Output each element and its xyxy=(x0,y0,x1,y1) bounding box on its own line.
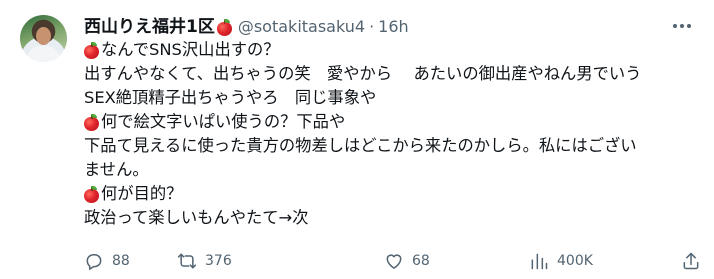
author-name[interactable]: 西山りえ福井1区 xyxy=(84,15,215,39)
views-button[interactable]: 400K xyxy=(529,249,593,273)
more-options-icon[interactable] xyxy=(670,14,694,38)
heart-icon xyxy=(386,254,402,269)
retweet-count: 376 xyxy=(205,253,232,269)
tweet-line: 政治って楽しいもんやたて→次 xyxy=(84,206,704,230)
apple-emoji-icon xyxy=(84,42,99,59)
tweet-line-text: 何で絵文字いぱい使うの？下品や xyxy=(101,112,346,131)
tweet-line-text: 出すんやなくて、出ちゃうの笑 愛やから あたいの御出産やねん男でいう xyxy=(84,64,642,83)
action-bar: 88 376 68 400K xyxy=(84,249,704,273)
reply-count: 88 xyxy=(112,253,130,269)
tweet-text: なんでSNS沢山出すの？ 出すんやなくて、出ちゃうの笑 愛やから あたいの御出産… xyxy=(84,38,704,230)
tweet-line: 下品て見えるに使った貴方の物差しはどこから来たのかしら。私にはござい xyxy=(84,134,704,158)
share-icon xyxy=(683,252,699,270)
separator-dot: · xyxy=(369,17,375,36)
tweet-line: ません。 xyxy=(84,158,704,182)
like-count: 68 xyxy=(412,253,430,269)
avatar[interactable] xyxy=(20,15,67,62)
retweet-button[interactable]: 376 xyxy=(177,249,232,273)
apple-emoji-icon xyxy=(84,186,99,203)
tweet-line-text: 政治って楽しいもんやたて→次 xyxy=(84,208,309,227)
tweet-line-text: 下品て見えるに使った貴方の物差しはどこから来たのかしら。私にはござい xyxy=(84,136,637,155)
reply-icon xyxy=(86,254,102,270)
author-handle[interactable]: @sotakitasaku4 xyxy=(238,15,365,39)
views-count: 400K xyxy=(557,253,593,269)
avatar-body xyxy=(27,46,60,62)
tweet-line: 何で絵文字いぱい使うの？下品や xyxy=(84,110,704,134)
tweet-line-text: なんでSNS沢山出すの？ xyxy=(101,40,280,59)
retweet-icon xyxy=(177,253,197,269)
tweet-line: SEX絶頂精子出ちゃうやろ 同じ事象や xyxy=(84,86,704,110)
tweet-line: なんでSNS沢山出すの？ xyxy=(84,38,704,62)
share-button[interactable] xyxy=(681,249,701,273)
apple-emoji-icon xyxy=(84,114,99,131)
tweet-line-text: ません。 xyxy=(84,160,149,179)
tweet-line: 出すんやなくて、出ちゃうの笑 愛やから あたいの御出産やねん男でいう xyxy=(84,62,704,86)
timestamp[interactable]: 16h xyxy=(378,15,409,39)
reply-button[interactable]: 88 xyxy=(84,249,130,273)
apple-emoji-icon xyxy=(216,18,232,36)
tweet-header: 西山りえ福井1区 @sotakitasaku4 · 16h xyxy=(84,15,409,39)
tweet-line-text: SEX絶頂精子出ちゃうやろ 同じ事象や xyxy=(84,88,377,107)
views-icon xyxy=(531,253,548,270)
tweet-line: 何が目的？ xyxy=(84,182,704,206)
tweet-line-text: 何が目的？ xyxy=(101,184,183,203)
like-button[interactable]: 68 xyxy=(384,249,430,273)
avatar-face xyxy=(36,27,51,45)
tweet[interactable]: 西山りえ福井1区 @sotakitasaku4 · 16h なんでSNS沢山出す… xyxy=(0,0,714,279)
